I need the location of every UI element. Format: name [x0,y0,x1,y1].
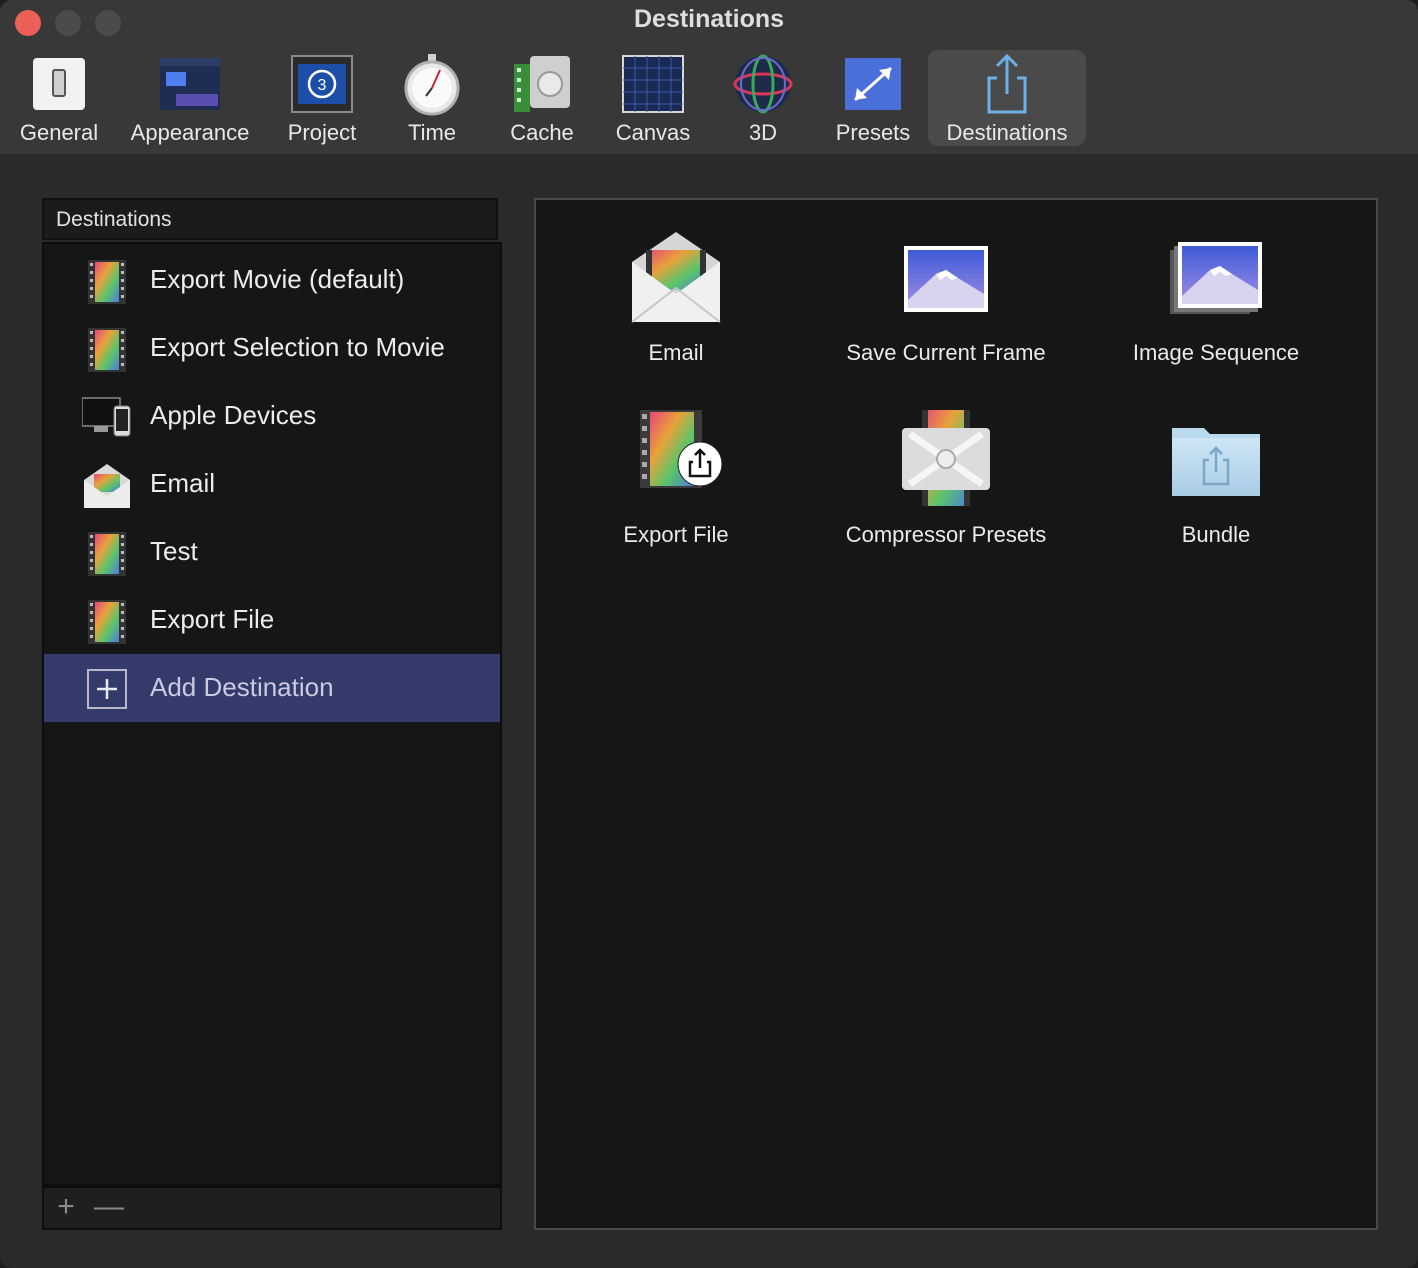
toolbar-presets-label: Presets [835,120,911,145]
toolbar-presets[interactable]: Presets [824,50,922,146]
film-icon [88,328,126,372]
film-icon [88,600,126,644]
toolbar-project[interactable]: 3 Project [272,50,372,146]
destinations-list-header: Destinations [42,198,498,240]
toolbar-destinations[interactable]: Destinations [928,50,1086,146]
email-icon [84,464,130,508]
list-item-label: Export File [150,604,275,634]
toolbar-project-label: Project [287,120,357,145]
tile-image-sequence[interactable]: Image Sequence [1086,230,1346,390]
list-item-test[interactable]: Test [44,518,500,586]
share-icon [987,53,1027,114]
project-icon: 3 [291,55,353,113]
list-item-apple-devices[interactable]: Apple Devices [44,382,500,450]
preferences-window: Destinations General Appearance 3 Projec… [0,0,1418,1268]
tile-email[interactable]: Email [546,230,806,390]
toolbar-appearance-label: Appearance [130,120,250,145]
toolbar-3d[interactable]: 3D [716,50,810,146]
list-item-add-destination[interactable]: Add Destination [44,654,500,722]
destinations-list[interactable]: Export Movie (default) Export Selection … [42,242,502,1186]
toolbar-canvas[interactable]: Canvas [604,50,702,146]
film-icon [88,532,126,576]
tile-compressor-presets[interactable]: Compressor Presets [816,406,1076,566]
remove-destination-button[interactable]: — [94,1192,124,1222]
toolbar-cache[interactable]: Cache [494,50,590,146]
window-title: Destinations [633,5,785,33]
list-item-label: Email [150,468,216,498]
list-item-label: Export Selection to Movie [150,332,445,362]
folder-share-icon [1172,428,1260,496]
general-switch-icon [33,58,85,110]
mountain-image-icon [904,246,988,312]
toolbar-general[interactable]: General [10,50,108,146]
tile-label: Compressor Presets [845,522,1047,547]
list-header-label: Destinations [56,208,172,231]
canvas-grid-icon [622,55,684,113]
toolbar-appearance[interactable]: Appearance [120,50,260,146]
compressor-icon [902,410,990,506]
add-destination-button[interactable]: + [52,1192,80,1222]
appearance-icon [160,58,220,110]
3d-sphere-icon [733,54,793,114]
list-item-label: Add Destination [150,672,334,702]
cache-icon [514,56,570,112]
svg-text:3: 3 [318,77,327,94]
tile-export-file[interactable]: Export File [546,406,806,566]
toolbar-canvas-label: Canvas [615,120,691,145]
presets-icon [845,58,901,110]
tile-save-current-frame[interactable]: Save Current Frame [816,230,1076,390]
toolbar-cache-label: Cache [510,120,574,145]
toolbar-general-label: General [19,120,99,145]
stopwatch-icon [404,54,460,116]
email-icon [631,232,721,323]
image-stack-icon [1170,242,1262,314]
plus-box-icon [87,669,127,709]
list-item-email[interactable]: Email [44,450,500,518]
list-item-label: Apple Devices [150,400,317,430]
toolbar-3d-label: 3D [748,120,778,145]
list-item-export-file[interactable]: Export File [44,586,500,654]
toolbar-destinations-label: Destinations [946,120,1068,145]
film-icon [88,260,126,304]
devices-icon [82,397,131,437]
tile-label: Save Current Frame [846,340,1046,365]
list-footer: + — [42,1186,502,1230]
destination-templates-panel: Email Save Current Frame Image Sequence [534,198,1378,1230]
tile-label: Image Sequence [1132,340,1300,365]
tile-label: Bundle [1181,522,1251,547]
tile-bundle[interactable]: Bundle [1086,406,1346,566]
title-bar: Destinations General Appearance 3 Projec… [0,0,1418,154]
toolbar-time[interactable]: Time [384,50,480,146]
list-item-export-selection-to-movie[interactable]: Export Selection to Movie [44,314,500,382]
film-share-icon [640,410,723,488]
list-item-label: Export Movie (default) [150,264,405,294]
toolbar-time-label: Time [407,120,457,145]
list-item-label: Test [150,536,198,566]
tile-label: Email [648,340,704,365]
list-item-export-movie-default[interactable]: Export Movie (default) [44,246,500,314]
tile-label: Export File [623,522,729,547]
